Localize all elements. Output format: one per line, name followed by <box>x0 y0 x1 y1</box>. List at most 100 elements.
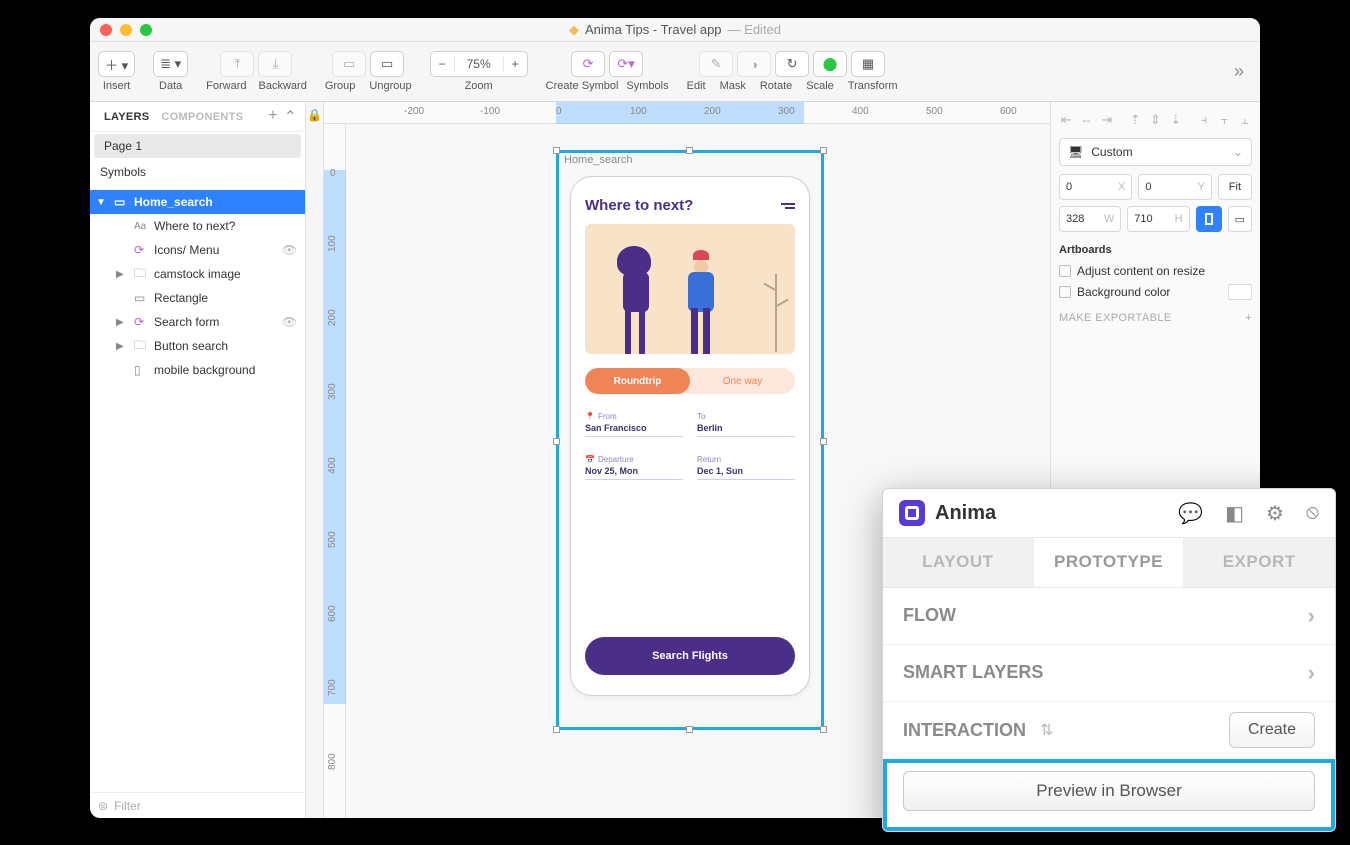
resize-handle[interactable] <box>686 147 693 154</box>
edit-button[interactable]: ✎ <box>699 51 733 77</box>
scale-button[interactable]: ⬤ <box>813 51 847 77</box>
tab-components[interactable]: COMPONENTS <box>155 111 249 123</box>
width-input[interactable]: 328W <box>1059 206 1121 232</box>
adjust-content-checkbox[interactable]: Adjust content on resize <box>1059 264 1252 278</box>
page-item[interactable]: Symbols <box>90 160 305 184</box>
data-button[interactable]: ≣ ▾ <box>153 51 188 77</box>
device-dropdown[interactable]: 🖥Custom ⌄ <box>1059 138 1252 166</box>
folder-icon: 🗀 <box>134 336 148 357</box>
toolbar-overflow-icon[interactable]: » <box>1226 61 1252 82</box>
color-swatch[interactable] <box>1228 284 1252 300</box>
visibility-icon[interactable]: 👁 <box>282 315 297 329</box>
anima-tab-layout[interactable]: LAYOUT <box>883 538 1034 586</box>
artboards-section: Artboards <box>1059 244 1252 256</box>
align-left-icon[interactable]: ⇤ <box>1059 112 1073 128</box>
anima-smart-layers-row[interactable]: SMART LAYERS› <box>883 645 1335 702</box>
resize-handle[interactable] <box>820 147 827 154</box>
lock-gutter[interactable]: 🔒 <box>306 102 324 818</box>
calendar-icon: 📅 <box>585 455 595 464</box>
preview-in-browser-button[interactable]: Preview in Browser <box>903 771 1315 811</box>
artboard-name[interactable]: Home_search <box>564 154 632 166</box>
mask-button[interactable]: ◑ <box>737 51 771 77</box>
insert-button[interactable]: ＋ ▾ <box>98 51 135 77</box>
departure-field[interactable]: 📅Departure Nov 25, Mon <box>585 455 683 480</box>
background-color-checkbox[interactable]: Background color <box>1059 284 1252 300</box>
resize-handle[interactable] <box>553 726 560 733</box>
panel-icon[interactable]: ◧ <box>1225 501 1244 526</box>
close-icon[interactable] <box>100 24 112 36</box>
search-flights-button[interactable]: Search Flights <box>585 637 795 675</box>
layer-group-button[interactable]: ▶🗀 Button search <box>90 334 305 358</box>
return-field[interactable]: Return Dec 1, Sun <box>697 455 795 480</box>
filter-icon: ⊜ <box>98 799 108 813</box>
from-field[interactable]: 📍From San Francisco <box>585 412 683 437</box>
anima-create-button[interactable]: Create <box>1229 712 1315 748</box>
zoom-in-icon[interactable]: + <box>504 57 527 71</box>
anima-flow-row[interactable]: FLOW› <box>883 588 1335 645</box>
orientation-landscape-button[interactable]: ▭ <box>1228 206 1252 232</box>
zoom-control[interactable]: − 75% + <box>430 51 528 77</box>
resize-handle[interactable] <box>553 438 560 445</box>
collapse-pages-icon[interactable]: ⌃ <box>284 107 297 127</box>
symbol-icon: ⟳ <box>134 315 148 329</box>
layer-symbol-search-form[interactable]: ▶⟳ Search form 👁 <box>90 310 305 334</box>
anima-tab-prototype[interactable]: PROTOTYPE <box>1034 538 1185 586</box>
fit-button[interactable]: Fit <box>1218 174 1252 200</box>
symbol-icon: ⟳ <box>134 243 148 257</box>
layer-artboard-home-search[interactable]: ▼▭ Home_search <box>90 190 305 214</box>
vertical-ruler[interactable]: 0 100 200 300 400 500 600 700 800 <box>324 124 346 818</box>
x-input[interactable]: 0X <box>1059 174 1132 200</box>
monitor-icon: 🖥 <box>1068 145 1083 159</box>
minimize-icon[interactable] <box>120 24 132 36</box>
page-item[interactable]: Page 1 <box>94 134 301 158</box>
height-input[interactable]: 710H <box>1127 206 1189 232</box>
layer-rectangle[interactable]: ▭ Rectangle <box>90 286 305 310</box>
resize-handle[interactable] <box>820 726 827 733</box>
zoom-icon[interactable] <box>140 24 152 36</box>
orientation-portrait-button[interactable] <box>1196 206 1222 232</box>
trip-type-toggle[interactable]: Roundtrip One way <box>585 368 795 394</box>
block-icon[interactable]: ⦸ <box>1306 501 1319 526</box>
resize-handle[interactable] <box>686 726 693 733</box>
zoom-out-icon[interactable]: − <box>431 57 454 71</box>
toolbar: ＋ ▾ Insert ≣ ▾ Data ⤒ ⤓ ForwardBackward … <box>90 42 1260 102</box>
to-field[interactable]: To Berlin <box>697 412 795 437</box>
align-icons[interactable]: ⇤⇔⇥ ⇡⇕⇣ ⫞⫟⫠ <box>1059 108 1252 138</box>
layer-mobile-bg[interactable]: ▯ mobile background <box>90 358 305 382</box>
add-page-icon[interactable]: + <box>268 107 277 127</box>
chat-icon[interactable]: 💬 <box>1178 501 1203 526</box>
layer-group-image[interactable]: ▶🗀 camstock image <box>90 262 305 286</box>
symbols-button[interactable]: ⟳▾ <box>609 51 643 77</box>
layer-text[interactable]: Aa Where to next? <box>90 214 305 238</box>
artboard-icon: ▭ <box>114 195 128 209</box>
visibility-icon[interactable]: 👁 <box>282 243 297 257</box>
gear-icon[interactable]: ⚙ <box>1266 501 1284 526</box>
transform-button[interactable]: ▦ <box>851 51 885 77</box>
heading-text: Where to next? <box>585 197 693 214</box>
resize-handle[interactable] <box>820 438 827 445</box>
artboard-home-search[interactable]: Where to next? Roundtrip One way <box>570 176 810 696</box>
backward-button[interactable]: ⤓ <box>258 51 292 77</box>
filter-input[interactable]: ⊜ Filter <box>90 792 305 818</box>
zoom-value[interactable]: 75% <box>454 57 504 71</box>
rotate-button[interactable]: ↻ <box>775 51 809 77</box>
forward-button[interactable]: ⤒ <box>220 51 254 77</box>
layer-symbol-menu[interactable]: ⟳ Icons/ Menu 👁 <box>90 238 305 262</box>
roundtrip-option[interactable]: Roundtrip <box>585 368 690 394</box>
tab-layers[interactable]: LAYERS <box>98 111 155 123</box>
plus-icon[interactable]: + <box>1245 312 1252 324</box>
horizontal-ruler[interactable]: -200 -100 0 100 200 300 400 500 600 <box>324 102 1050 124</box>
create-symbol-button[interactable]: ⟳ <box>571 51 605 77</box>
anima-tab-export[interactable]: EXPORT <box>1184 538 1335 586</box>
ungroup-button[interactable]: ▭ <box>370 51 404 77</box>
hamburger-icon[interactable] <box>781 203 795 209</box>
sort-icon[interactable]: ⇅ <box>1040 720 1053 740</box>
resize-handle[interactable] <box>553 147 560 154</box>
y-input[interactable]: 0Y <box>1138 174 1211 200</box>
traffic-lights[interactable] <box>100 24 152 36</box>
titlebar: ◆ Anima Tips - Travel app — Edited <box>90 18 1260 42</box>
group-button[interactable]: ▭ <box>332 51 366 77</box>
anima-title: Anima <box>935 502 996 525</box>
oneway-option[interactable]: One way <box>690 368 795 394</box>
make-exportable[interactable]: MAKE EXPORTABLE+ <box>1059 312 1252 324</box>
